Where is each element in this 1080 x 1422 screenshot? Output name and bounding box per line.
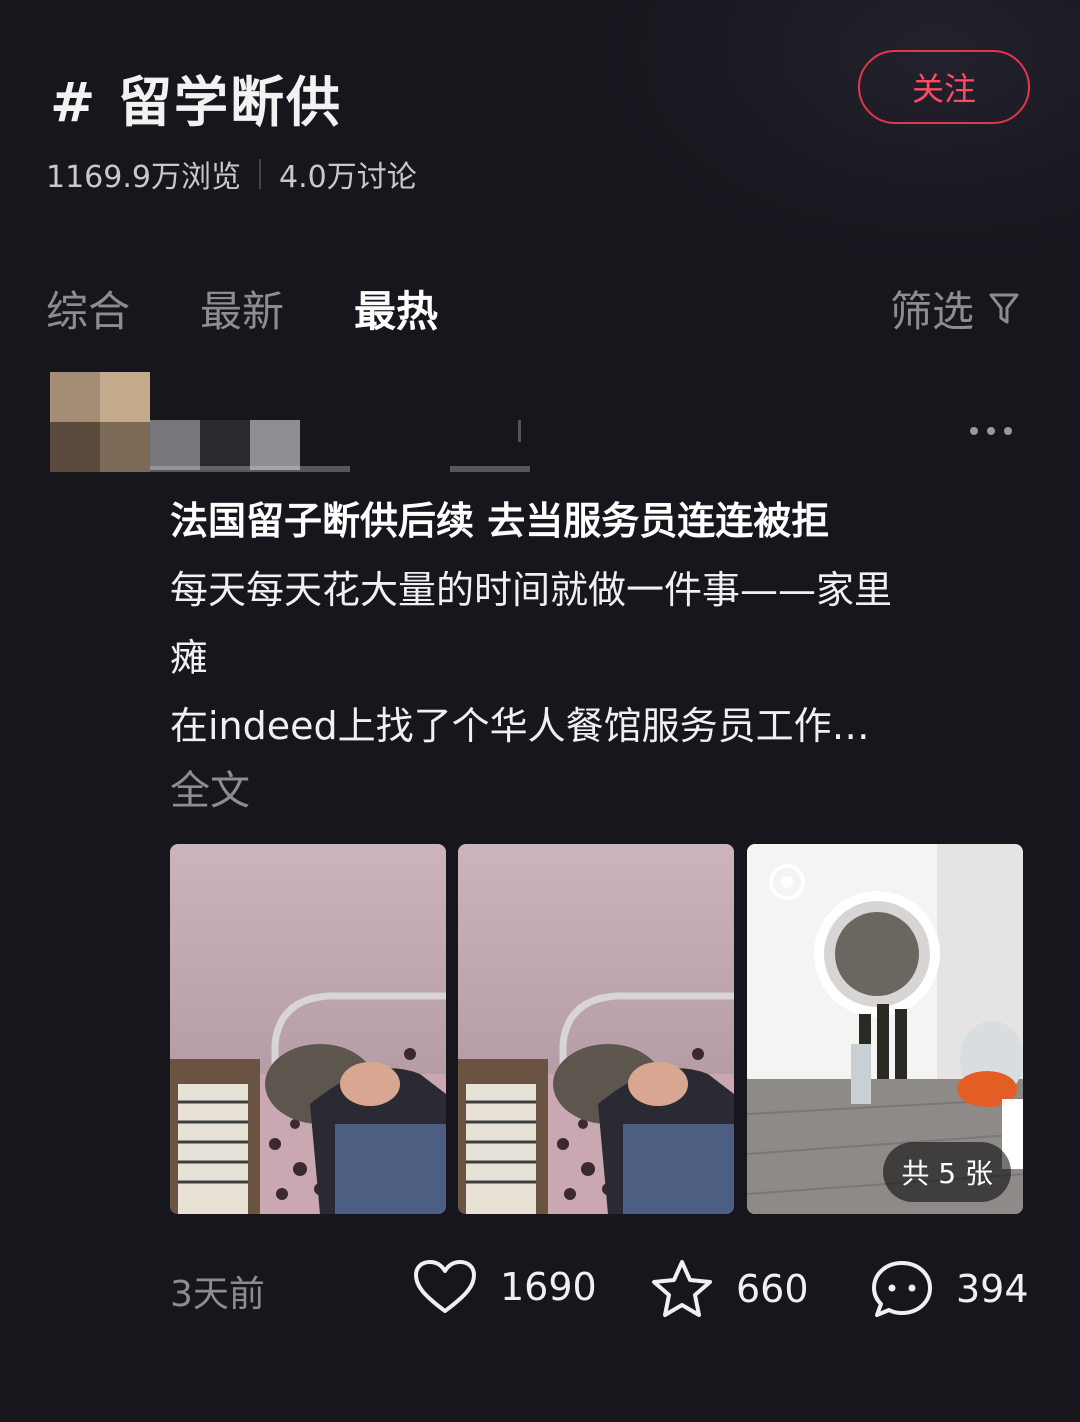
tab-hottest[interactable]: 最热: [354, 278, 438, 339]
post-body[interactable]: 每天每天花大量的时间就做一件事——家里 瘫 在indeed上找了个华人餐馆服务员…: [170, 556, 1030, 760]
post-body-line: 每天每天花大量的时间就做一件事——家里: [170, 568, 893, 612]
post-time: 3天前: [170, 1274, 265, 1315]
comment-count: 394: [956, 1267, 1029, 1311]
chat-bubble-icon: [872, 1261, 932, 1317]
image-count-badge: 共 5 张: [883, 1142, 1011, 1202]
post-title[interactable]: 法国留子断供后续 去当服务员连连被拒: [170, 490, 829, 545]
funnel-icon: [989, 293, 1019, 323]
sort-tabs: 综合 最新 最热: [46, 278, 438, 339]
post-image-2[interactable]: [458, 844, 734, 1214]
views-count: 1169.9万浏览: [46, 160, 241, 195]
favorite-count: 660: [736, 1267, 809, 1311]
full-text-link[interactable]: 全文: [170, 758, 250, 816]
avatar[interactable]: [50, 372, 150, 472]
topic-title: # 留学断供: [50, 71, 343, 134]
more-dots-icon[interactable]: [970, 418, 1026, 444]
tab-comprehensive[interactable]: 综合: [46, 278, 130, 339]
topic-stats: 1169.9万浏览 4.0万讨论: [46, 152, 417, 196]
post-body-line: 在indeed上找了个华人餐馆服务员工作…: [170, 704, 870, 748]
post-image-1[interactable]: [170, 844, 446, 1214]
star-icon: [652, 1260, 712, 1317]
filter-button[interactable]: 筛选: [890, 278, 1020, 339]
comment-button[interactable]: 394: [870, 1258, 1029, 1320]
like-button[interactable]: 1690: [412, 1258, 597, 1316]
stats-divider: [258, 159, 261, 189]
favorite-button[interactable]: 660: [650, 1258, 809, 1320]
username-blurred[interactable]: [150, 420, 530, 472]
post-image-3[interactable]: 共 5 张: [747, 844, 1023, 1214]
filter-label: 筛选: [890, 287, 975, 336]
heart-icon: [414, 1260, 476, 1313]
discussion-count: 4.0万讨论: [278, 160, 417, 195]
follow-button[interactable]: 关注: [858, 50, 1030, 124]
post-body-line: 瘫: [170, 636, 209, 680]
tab-latest[interactable]: 最新: [200, 278, 284, 339]
like-count: 1690: [500, 1265, 597, 1309]
header-background: [600, 0, 1080, 260]
